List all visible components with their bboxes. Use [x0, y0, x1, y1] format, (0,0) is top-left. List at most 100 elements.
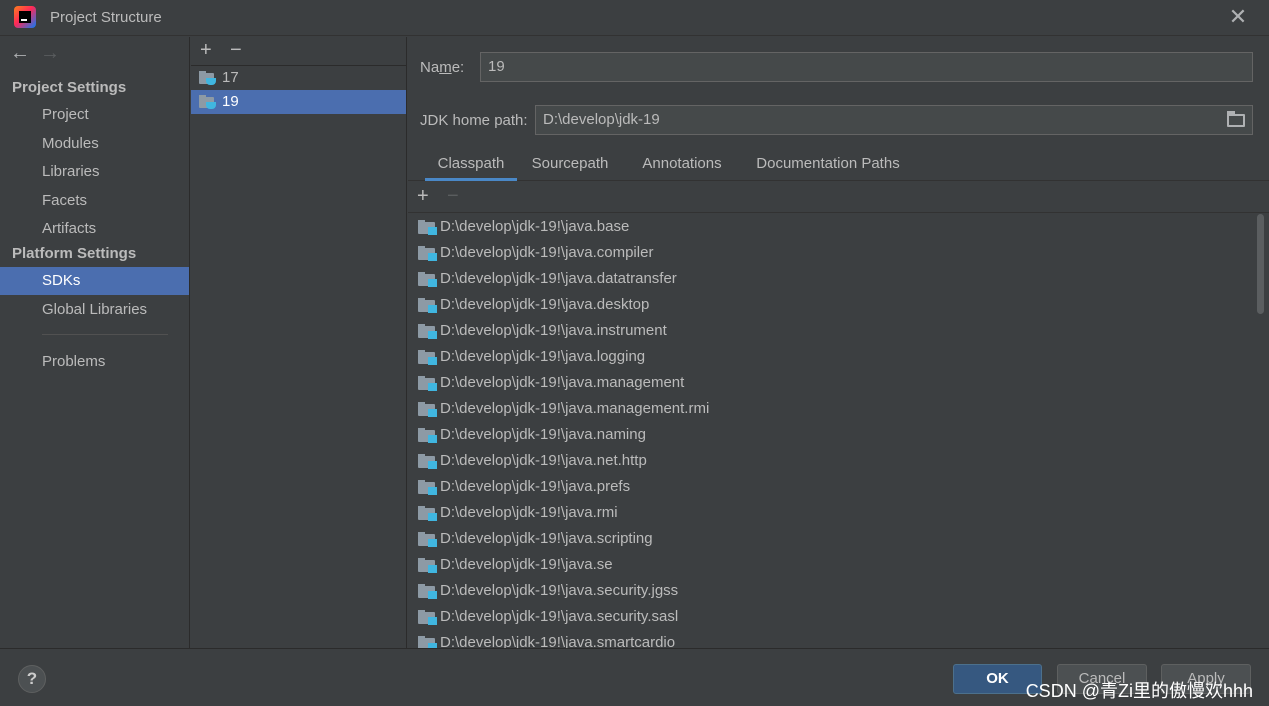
classpath-path: D:\develop\jdk-19!\java.smartcardio [440, 634, 676, 648]
add-classpath-icon[interactable]: + [417, 182, 447, 211]
jdk-folder-icon [199, 95, 216, 109]
sdk-tabs: Classpath Sourcepath Annotations Documen… [408, 150, 1269, 181]
jar-folder-icon [418, 220, 437, 235]
classpath-path: D:\develop\jdk-19!\java.se [440, 556, 613, 573]
classpath-path: D:\develop\jdk-19!\java.base [440, 218, 630, 235]
tab-annotations[interactable]: Annotations [632, 150, 732, 181]
jar-folder-icon [418, 480, 437, 495]
classpath-row[interactable]: D:\develop\jdk-19!\java.prefs [408, 474, 1269, 500]
sdk-item-label: 17 [222, 69, 239, 86]
tab-classpath[interactable]: Classpath [425, 150, 517, 181]
remove-classpath-icon[interactable]: − [447, 182, 477, 211]
close-icon[interactable]: ✕ [1227, 6, 1249, 28]
platform-settings-header: Platform Settings [12, 245, 137, 262]
classpath-row[interactable]: D:\develop\jdk-19!\java.management [408, 370, 1269, 396]
jdk-home-path-label: JDK home path: [420, 112, 528, 129]
jar-folder-icon [418, 324, 437, 339]
classpath-row[interactable]: D:\develop\jdk-19!\java.desktop [408, 292, 1269, 318]
tab-sourcepath[interactable]: Sourcepath [523, 150, 617, 181]
settings-sidebar: ← → Project Settings Project Modules Libr… [0, 37, 190, 648]
classpath-path: D:\develop\jdk-19!\java.naming [440, 426, 646, 443]
sidebar-item-modules[interactable]: Modules [0, 130, 189, 158]
jar-folder-icon [418, 272, 437, 287]
classpath-path: D:\develop\jdk-19!\java.rmi [440, 504, 618, 521]
jar-folder-icon [418, 428, 437, 443]
sidebar-item-problems[interactable]: Problems [0, 348, 189, 376]
jar-folder-icon [418, 558, 437, 573]
classpath-path: D:\develop\jdk-19!\java.management.rmi [440, 400, 710, 417]
classpath-row[interactable]: D:\develop\jdk-19!\java.compiler [408, 240, 1269, 266]
jdk-home-path-value: D:\develop\jdk-19 [543, 111, 660, 128]
name-label: Name: [420, 59, 465, 76]
classpath-row[interactable]: D:\develop\jdk-19!\java.smartcardio [408, 630, 1269, 648]
classpath-path: D:\develop\jdk-19!\java.logging [440, 348, 646, 365]
jar-folder-icon [418, 532, 437, 547]
sdk-toolbar: + − [191, 37, 406, 66]
classpath-row[interactable]: D:\develop\jdk-19!\java.net.http [408, 448, 1269, 474]
sdk-list-panel: + − 17 19 [191, 37, 407, 648]
jar-folder-icon [418, 584, 437, 599]
add-sdk-icon[interactable]: + [200, 37, 230, 64]
classpath-row[interactable]: D:\develop\jdk-19!\java.datatransfer [408, 266, 1269, 292]
classpath-row[interactable]: D:\develop\jdk-19!\java.security.sasl [408, 604, 1269, 630]
classpath-row[interactable]: D:\develop\jdk-19!\java.instrument [408, 318, 1269, 344]
classpath-row[interactable]: D:\develop\jdk-19!\java.management.rmi [408, 396, 1269, 422]
classpath-row[interactable]: D:\develop\jdk-19!\java.se [408, 552, 1269, 578]
sdk-item-19[interactable]: 19 [191, 90, 406, 114]
classpath-row[interactable]: D:\develop\jdk-19!\java.rmi [408, 500, 1269, 526]
sidebar-item-libraries[interactable]: Libraries [0, 158, 189, 186]
classpath-row[interactable]: D:\develop\jdk-19!\java.logging [408, 344, 1269, 370]
dialog-footer: ? OK Cancel Apply CSDN @青Zi里的傲慢欢hhh [0, 648, 1269, 706]
jar-folder-icon [418, 246, 437, 261]
sidebar-item-sdks[interactable]: SDKs [0, 267, 189, 295]
classpath-path: D:\develop\jdk-19!\java.management [440, 374, 685, 391]
name-field[interactable]: 19 [480, 52, 1253, 82]
jar-folder-icon [418, 350, 437, 365]
sdk-item-label: 19 [222, 93, 239, 110]
sidebar-item-global-libraries[interactable]: Global Libraries [0, 296, 189, 324]
sdk-details-panel: Name: 19 JDK home path: D:\develop\jdk-1… [408, 37, 1269, 648]
jar-folder-icon [418, 636, 437, 648]
tab-documentation-paths[interactable]: Documentation Paths [748, 150, 908, 181]
project-settings-header: Project Settings [12, 79, 127, 96]
browse-folder-icon[interactable] [1226, 111, 1246, 129]
classpath-scrollbar[interactable] [1257, 214, 1264, 314]
forward-arrow-icon[interactable]: → [40, 42, 70, 65]
sidebar-item-artifacts[interactable]: Artifacts [0, 215, 189, 243]
classpath-row[interactable]: D:\develop\jdk-19!\java.naming [408, 422, 1269, 448]
classpath-row[interactable]: D:\develop\jdk-19!\java.scripting [408, 526, 1269, 552]
classpath-path: D:\develop\jdk-19!\java.security.jgss [440, 582, 679, 599]
jar-folder-icon [418, 610, 437, 625]
jdk-home-path-field[interactable]: D:\develop\jdk-19 [535, 105, 1253, 135]
jar-folder-icon [418, 454, 437, 469]
window-title: Project Structure [50, 9, 162, 26]
nav-arrows: ← → [10, 42, 70, 65]
classpath-path: D:\develop\jdk-19!\java.datatransfer [440, 270, 677, 287]
jar-folder-icon [418, 506, 437, 521]
classpath-path: D:\develop\jdk-19!\java.security.sasl [440, 608, 679, 625]
classpath-path: D:\develop\jdk-19!\java.compiler [440, 244, 654, 261]
classpath-path: D:\develop\jdk-19!\java.scripting [440, 530, 653, 547]
classpath-list[interactable]: D:\develop\jdk-19!\java.base D:\develop\j… [408, 214, 1269, 648]
sidebar-item-facets[interactable]: Facets [0, 187, 189, 215]
jar-folder-icon [418, 402, 437, 417]
sidebar-divider [42, 334, 168, 335]
help-icon[interactable]: ? [18, 665, 46, 693]
classpath-path: D:\develop\jdk-19!\java.prefs [440, 478, 631, 495]
classpath-toolbar: + − [408, 182, 1269, 213]
jar-folder-icon [418, 298, 437, 313]
classpath-row[interactable]: D:\develop\jdk-19!\java.base [408, 214, 1269, 240]
csdn-watermark: CSDN @青Zi里的傲慢欢hhh [1025, 681, 1253, 701]
back-arrow-icon[interactable]: ← [10, 42, 40, 65]
jdk-folder-icon [199, 71, 216, 85]
classpath-row[interactable]: D:\develop\jdk-19!\java.security.jgss [408, 578, 1269, 604]
intellij-logo-icon [14, 6, 36, 28]
classpath-path: D:\develop\jdk-19!\java.net.http [440, 452, 647, 469]
remove-sdk-icon[interactable]: − [230, 37, 260, 64]
classpath-path: D:\develop\jdk-19!\java.instrument [440, 322, 667, 339]
jar-folder-icon [418, 376, 437, 391]
sdk-item-17[interactable]: 17 [191, 66, 406, 90]
classpath-path: D:\develop\jdk-19!\java.desktop [440, 296, 650, 313]
sidebar-item-project[interactable]: Project [0, 101, 189, 129]
title-bar: Project Structure ✕ [0, 0, 1269, 36]
